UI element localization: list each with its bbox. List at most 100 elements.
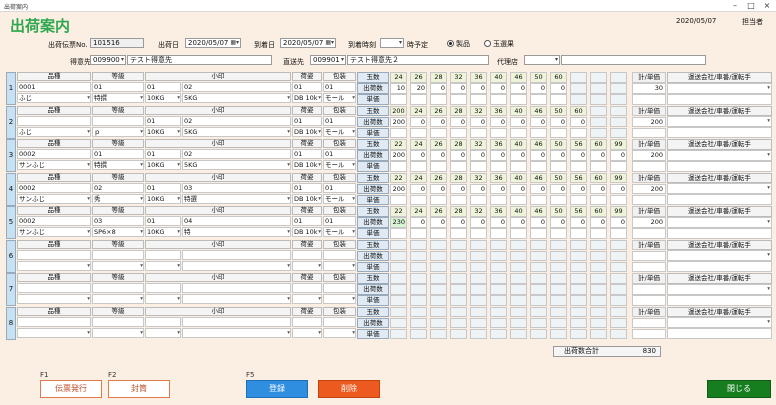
cell-tokyu-select[interactable]: 秀 ▾ bbox=[92, 193, 144, 204]
chevron-down-icon[interactable]: ▾ bbox=[140, 195, 143, 203]
cell-koin-select[interactable]: ▾ bbox=[182, 260, 291, 271]
cell-hoso-select[interactable]: ▾ bbox=[323, 294, 356, 304]
cell-koin-select[interactable]: ▾ bbox=[182, 294, 291, 304]
qty-cell[interactable]: 0 bbox=[510, 217, 527, 228]
calendar-icon[interactable]: ▦▾ bbox=[325, 39, 334, 47]
cell-nisugata-code[interactable]: 01 bbox=[292, 182, 322, 193]
chevron-down-icon[interactable]: ▾ bbox=[177, 262, 180, 270]
cell-koin-code[interactable]: 03 bbox=[182, 182, 291, 193]
qty-cell[interactable] bbox=[490, 284, 507, 295]
qty-cell[interactable] bbox=[470, 284, 487, 295]
qty-cell[interactable]: 0 bbox=[550, 83, 567, 94]
cell-hinshu-select[interactable]: サンふじ ▾ bbox=[17, 193, 91, 204]
transport-select[interactable]: ▾ bbox=[667, 183, 772, 194]
cell-tokyu-select[interactable]: 特撰 ▾ bbox=[92, 93, 144, 103]
price-cell[interactable] bbox=[610, 127, 627, 138]
qty-cell[interactable] bbox=[470, 317, 487, 328]
cell-koin-select[interactable]: ▾ bbox=[145, 294, 181, 304]
qty-cell[interactable] bbox=[450, 250, 467, 261]
qty-cell[interactable]: 0 bbox=[490, 116, 507, 127]
cell-hinshu-select[interactable]: ▾ bbox=[17, 260, 91, 271]
qty-cell[interactable]: 0 bbox=[470, 183, 487, 194]
cell-hinshu-code[interactable] bbox=[17, 316, 91, 327]
qty-cell[interactable]: 0 bbox=[410, 150, 427, 161]
chevron-down-icon[interactable]: ▾ bbox=[287, 295, 290, 303]
transport-field[interactable] bbox=[667, 160, 772, 172]
cell-hoso-select[interactable]: ▾ bbox=[323, 260, 356, 271]
transport-field[interactable] bbox=[667, 227, 772, 239]
price-cell[interactable] bbox=[470, 161, 487, 172]
chevron-down-icon[interactable]: ▾ bbox=[352, 295, 355, 303]
agent-code-select[interactable]: ▾ bbox=[524, 55, 560, 65]
qty-cell[interactable]: 0 bbox=[510, 83, 527, 94]
qty-cell[interactable]: 0 bbox=[610, 150, 627, 161]
arrival-date-picker[interactable]: 2020/05/07 ▦▾ bbox=[280, 38, 336, 48]
transport-select[interactable]: ▾ bbox=[667, 283, 772, 295]
chevron-down-icon[interactable]: ▾ bbox=[767, 252, 770, 258]
cell-nisugata-code[interactable] bbox=[292, 283, 322, 293]
price-cell[interactable] bbox=[410, 261, 427, 272]
price-cell[interactable] bbox=[390, 127, 407, 138]
cell-koin-select[interactable]: 5KG ▾ bbox=[182, 93, 291, 103]
qty-cell[interactable] bbox=[570, 83, 587, 94]
chevron-down-icon[interactable]: ▾ bbox=[318, 195, 321, 203]
cell-nisugata-code[interactable]: 01 bbox=[292, 82, 322, 92]
cell-koin-select[interactable]: ▾ bbox=[182, 327, 291, 338]
price-cell[interactable] bbox=[530, 94, 547, 105]
transport-select[interactable]: ▾ bbox=[667, 149, 772, 161]
cell-koin-select[interactable]: 10KG ▾ bbox=[145, 193, 181, 204]
qty-cell[interactable] bbox=[410, 317, 427, 328]
price-cell[interactable] bbox=[410, 295, 427, 306]
cell-hinshu-code[interactable]: 0002 bbox=[17, 182, 91, 193]
cell-koin-code[interactable]: 02 bbox=[182, 115, 291, 126]
cell-koin-code[interactable]: 01 bbox=[145, 149, 181, 159]
chevron-down-icon[interactable]: ▾ bbox=[140, 295, 143, 303]
transport-field[interactable] bbox=[667, 194, 772, 205]
price-cell[interactable] bbox=[510, 295, 527, 306]
price-cell[interactable] bbox=[610, 295, 627, 306]
chevron-down-icon[interactable]: ▾ bbox=[140, 94, 143, 102]
price-cell[interactable] bbox=[610, 194, 627, 205]
price-cell[interactable] bbox=[530, 295, 547, 306]
qty-cell[interactable]: 0 bbox=[410, 116, 427, 127]
calendar-icon[interactable]: ▦▾ bbox=[230, 39, 239, 47]
cell-hinshu-select[interactable]: ふじ ▾ bbox=[17, 93, 91, 103]
qty-cell[interactable]: 0 bbox=[490, 83, 507, 94]
price-cell[interactable] bbox=[510, 328, 527, 339]
chevron-down-icon[interactable]: ▾ bbox=[287, 161, 290, 169]
price-cell[interactable] bbox=[450, 228, 467, 239]
price-cell[interactable] bbox=[470, 127, 487, 138]
cell-hoso-code[interactable]: 01 bbox=[323, 149, 356, 159]
qty-cell[interactable] bbox=[530, 317, 547, 328]
envelope-button[interactable]: 封筒 bbox=[108, 380, 170, 398]
qty-cell[interactable]: 0 bbox=[430, 217, 447, 228]
price-cell[interactable] bbox=[430, 161, 447, 172]
chevron-down-icon[interactable]: ▾ bbox=[87, 262, 90, 270]
chevron-down-icon[interactable]: ▾ bbox=[177, 228, 180, 236]
qty-cell[interactable]: 0 bbox=[470, 83, 487, 94]
price-cell[interactable] bbox=[470, 228, 487, 239]
price-cell[interactable] bbox=[590, 295, 607, 306]
chevron-down-icon[interactable]: ▾ bbox=[287, 329, 290, 337]
qty-cell[interactable]: 0 bbox=[510, 116, 527, 127]
chevron-down-icon[interactable]: ▾ bbox=[555, 56, 558, 64]
qty-cell[interactable]: 0 bbox=[450, 150, 467, 161]
cell-koin-code[interactable] bbox=[145, 249, 181, 260]
close-icon[interactable]: × bbox=[760, 1, 774, 10]
chevron-down-icon[interactable]: ▾ bbox=[140, 262, 143, 270]
price-cell[interactable] bbox=[550, 161, 567, 172]
price-cell[interactable] bbox=[510, 194, 527, 205]
price-cell[interactable] bbox=[410, 94, 427, 105]
chevron-down-icon[interactable]: ▾ bbox=[287, 228, 290, 236]
cell-hinshu-select[interactable]: ▾ bbox=[17, 294, 91, 304]
qty-cell[interactable]: 0 bbox=[510, 183, 527, 194]
qty-cell[interactable] bbox=[510, 317, 527, 328]
cell-nisugata-code[interactable] bbox=[292, 316, 322, 327]
chevron-down-icon[interactable]: ▾ bbox=[352, 195, 355, 203]
cell-nisugata-select[interactable]: DB 10k ▾ bbox=[292, 93, 322, 103]
chevron-down-icon[interactable]: ▾ bbox=[352, 228, 355, 236]
price-cell[interactable] bbox=[490, 328, 507, 339]
price-cell[interactable] bbox=[430, 127, 447, 138]
cell-nisugata-select[interactable]: ▾ bbox=[292, 294, 322, 304]
qty-cell[interactable] bbox=[490, 317, 507, 328]
